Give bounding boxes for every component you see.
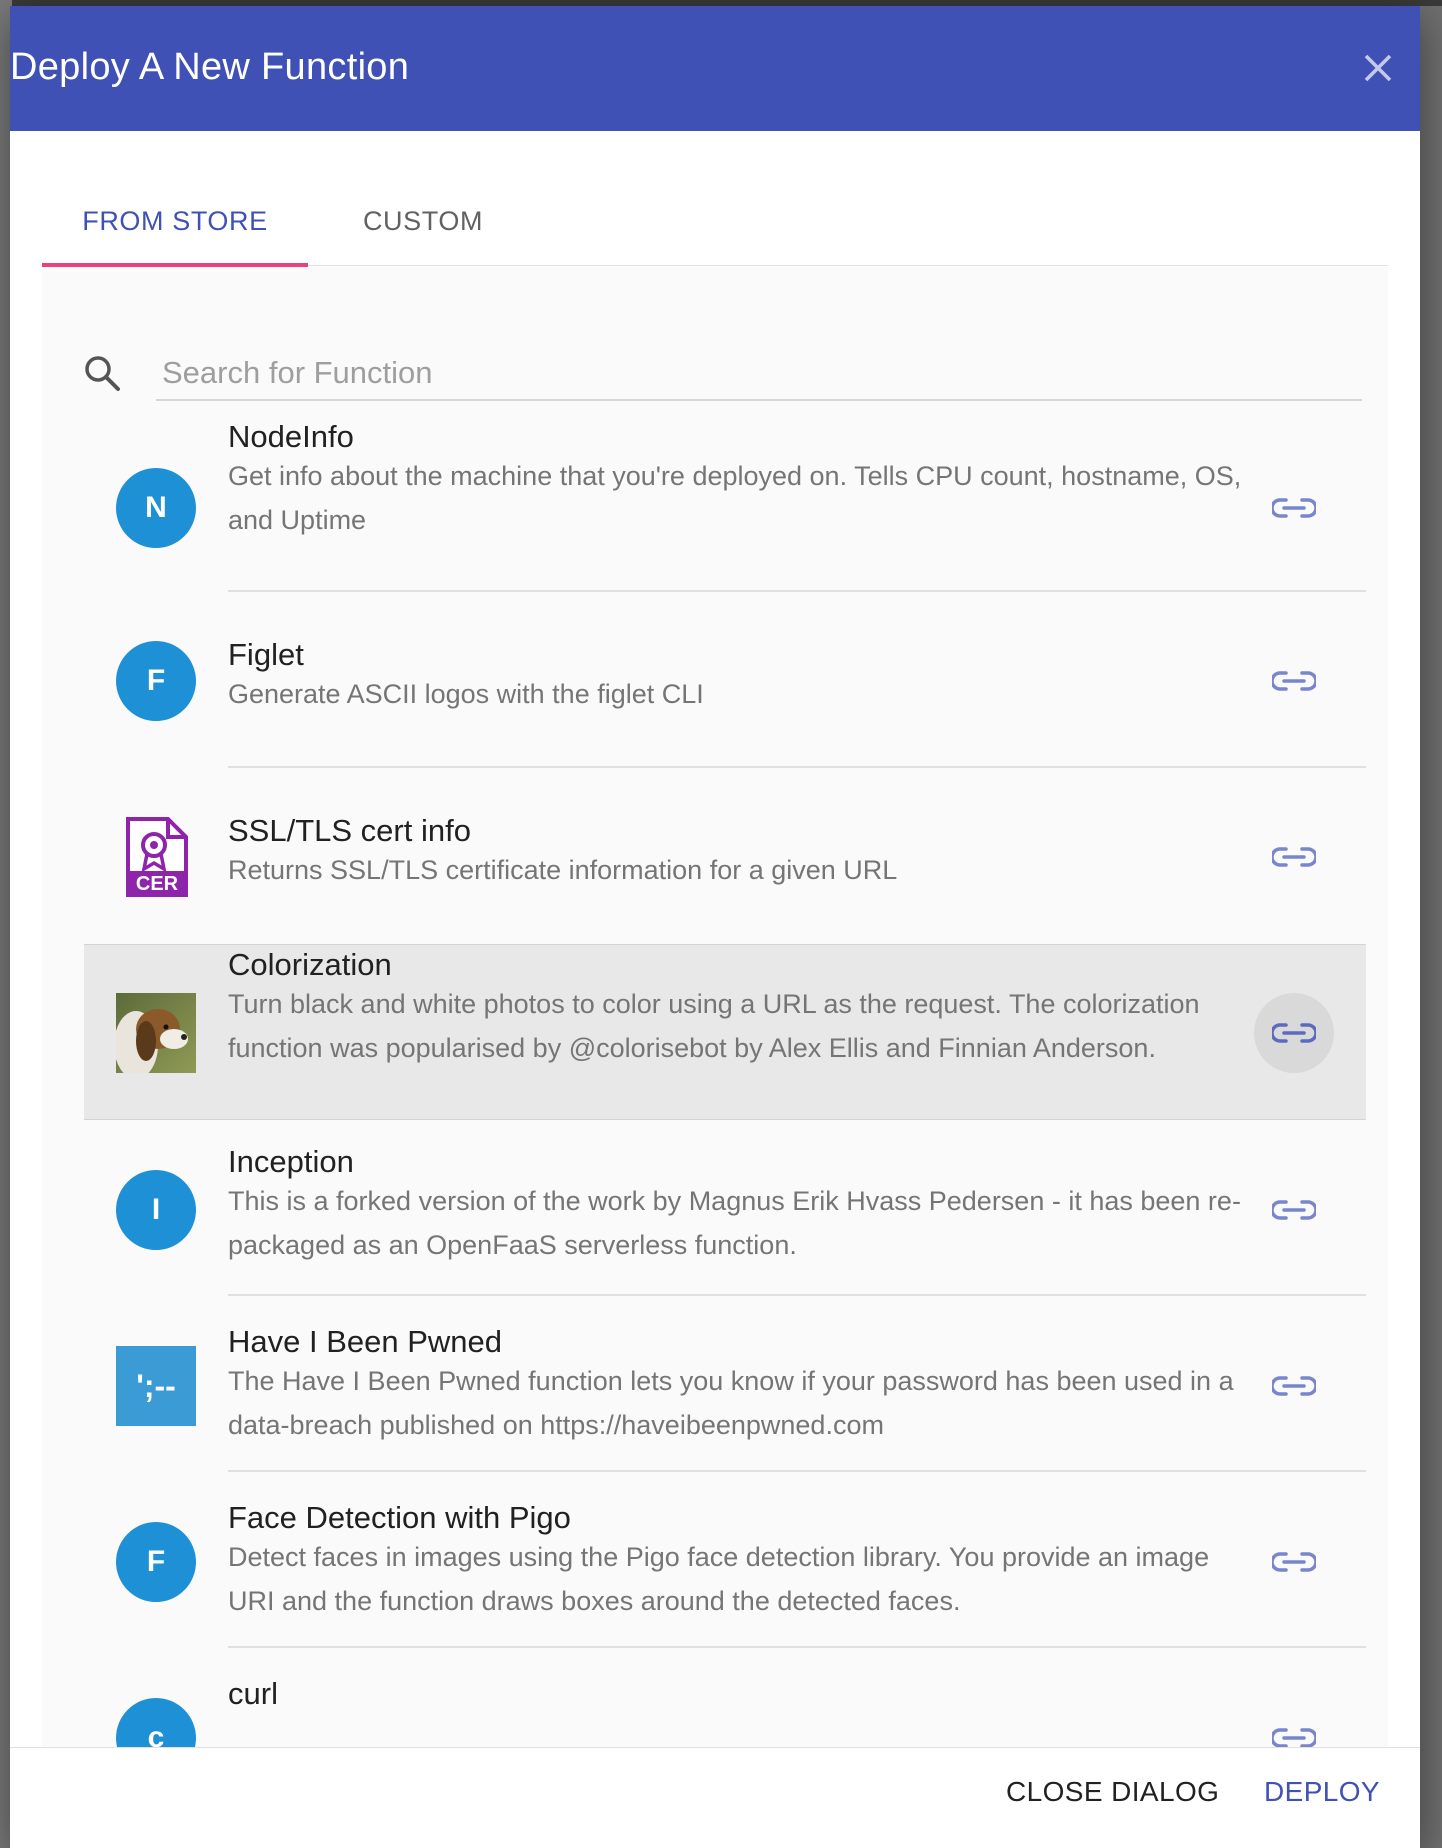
avatar-letter: I (151, 1193, 161, 1226)
function-item-curl[interactable]: c curl (84, 1648, 1366, 1747)
link-icon (1272, 1200, 1316, 1220)
tab-custom[interactable]: CUSTOM (308, 176, 538, 266)
link-icon (1272, 498, 1316, 518)
function-avatar: F (116, 641, 196, 721)
function-name: Face Detection with Pigo (228, 1500, 571, 1535)
function-name: Inception (228, 1144, 354, 1179)
search-row (82, 347, 1362, 401)
search-icon (85, 356, 120, 391)
function-description: Get info about the machine that you're d… (228, 461, 1242, 535)
function-item-nodeinfo[interactable]: N NodeInfo Get info about the machine th… (84, 417, 1366, 592)
function-name: Have I Been Pwned (228, 1324, 503, 1359)
function-avatar: I (116, 1170, 196, 1250)
avatar-letter: c (147, 1721, 165, 1747)
function-description: Generate ASCII logos with the figlet CLI (228, 679, 704, 709)
tab-bar: FROM STORE CUSTOM (42, 176, 1388, 267)
link-button[interactable] (1254, 1698, 1334, 1747)
tab-from-store[interactable]: FROM STORE (42, 176, 308, 266)
function-description: Turn black and white photos to color usi… (228, 989, 1200, 1063)
link-button[interactable] (1254, 641, 1334, 721)
avatar-letter: F (146, 664, 166, 697)
function-name: Figlet (228, 637, 304, 672)
function-name: Colorization (228, 947, 392, 982)
close-icon (1364, 54, 1392, 82)
certificate-icon: CER (126, 817, 188, 897)
link-button[interactable] (1254, 817, 1334, 897)
deploy-button[interactable]: DEPLOY (1264, 1776, 1380, 1808)
function-name: NodeInfo (228, 419, 354, 454)
function-name: curl (228, 1676, 278, 1711)
function-description: Detect faces in images using the Pigo fa… (228, 1542, 1210, 1616)
function-item-figlet[interactable]: F Figlet Generate ASCII logos with the f… (84, 592, 1366, 768)
tab-label: CUSTOM (362, 205, 484, 236)
function-item-ssl-tls[interactable]: CER SSL/TLS cert info Returns SSL/TLS ce… (84, 768, 1366, 944)
link-icon (1272, 1376, 1316, 1396)
function-description: Returns SSL/TLS certificate information … (228, 855, 898, 885)
search-input[interactable] (156, 347, 1362, 401)
function-description: The Have I Been Pwned function lets you … (228, 1366, 1234, 1440)
link-icon (1272, 847, 1316, 867)
link-icon (1272, 1023, 1316, 1043)
link-button[interactable] (1254, 1346, 1334, 1426)
store-panel: N NodeInfo Get info about the machine th… (42, 267, 1388, 1747)
function-name: SSL/TLS cert info (228, 813, 471, 848)
link-button[interactable] (1254, 1170, 1334, 1250)
function-avatar: N (116, 468, 196, 548)
function-item-inception[interactable]: I Inception This is a forked version of … (84, 1120, 1366, 1296)
function-item-colorization[interactable]: Colorization Turn black and white photos… (84, 944, 1366, 1120)
link-button[interactable] (1254, 1522, 1334, 1602)
function-avatar: F (116, 1522, 196, 1602)
close-button[interactable] (1356, 46, 1400, 90)
avatar-letter: N (145, 491, 167, 524)
function-item-hibp[interactable]: ';-- Have I Been Pwned The Have I Been P… (84, 1296, 1366, 1472)
dialog-footer: CLOSE DIALOG DEPLOY (10, 1747, 1420, 1848)
dialog-title: Deploy A New Function (10, 46, 410, 88)
certificate-label: CER (136, 873, 179, 895)
link-icon (1272, 1728, 1316, 1747)
link-button[interactable] (1254, 993, 1334, 1073)
dialog-header: Deploy A New Function (10, 6, 1420, 131)
close-dialog-button[interactable]: CLOSE DIALOG (1006, 1776, 1219, 1808)
avatar-letter: F (146, 1545, 166, 1578)
function-description: This is a forked version of the work by … (228, 1186, 1241, 1260)
function-avatar: c (116, 1698, 196, 1747)
tab-label: FROM STORE (82, 205, 268, 236)
deploy-dialog: Deploy A New Function FROM STORE CUSTOM (10, 6, 1420, 1848)
link-icon (1272, 1552, 1316, 1572)
hibp-logo-text: ';-- (136, 1367, 176, 1404)
link-button[interactable] (1254, 468, 1334, 548)
function-item-face-detection[interactable]: F Face Detection with Pigo Detect faces … (84, 1472, 1366, 1648)
link-icon (1272, 671, 1316, 691)
hibp-logo: ';-- (116, 1346, 196, 1426)
dog-photo-avatar (116, 993, 196, 1073)
